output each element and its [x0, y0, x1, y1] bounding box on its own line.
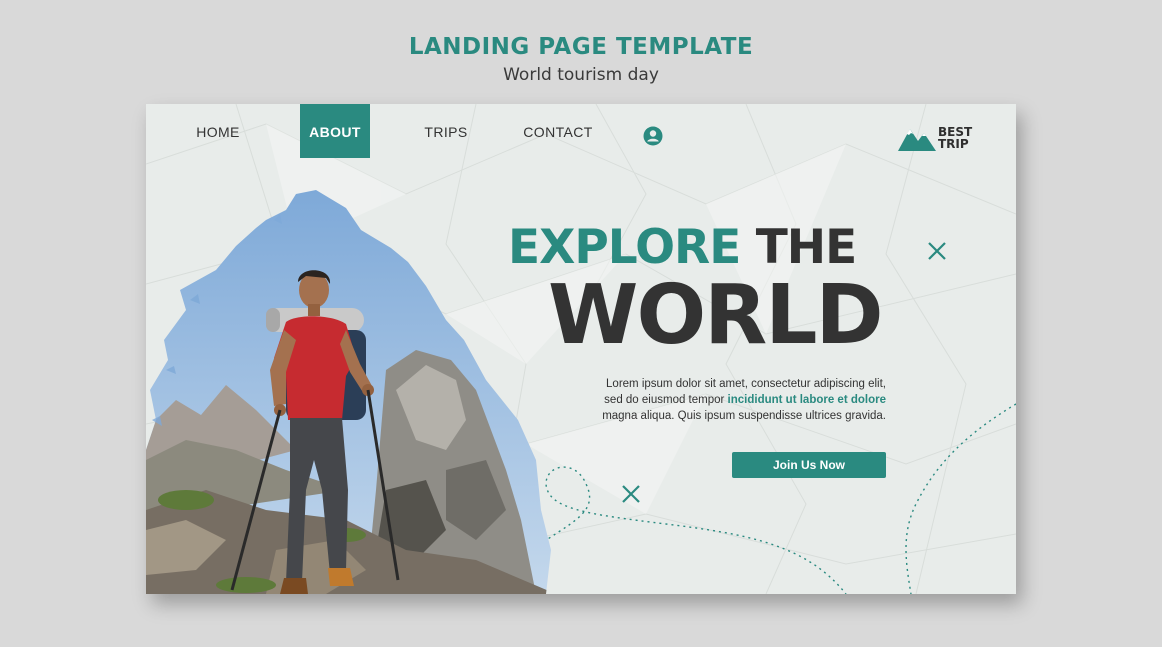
nav-about[interactable]: ABOUT	[300, 104, 370, 158]
headline-the: THE	[755, 220, 858, 275]
page-heading: LANDING PAGE TEMPLATE	[408, 34, 754, 60]
logo-text: BEST TRIP	[938, 126, 972, 150]
description-line-2-plain: sed do eiusmod tempor	[604, 394, 728, 406]
hiker-photo	[146, 190, 551, 594]
description-highlight: incididunt ut labore et dolore	[727, 394, 886, 406]
join-us-now-button[interactable]: Join Us Now	[732, 452, 886, 478]
page-subheading: World tourism day	[503, 65, 659, 85]
headline-explore: EXPLORE	[508, 220, 741, 275]
hero-headline-world: WORLD	[548, 268, 884, 363]
hero-description: Lorem ipsum dolor sit amet, consectetur …	[566, 376, 886, 424]
best-trip-logo[interactable]: BEST TRIP	[898, 124, 978, 156]
logo-line-2: TRIP	[938, 137, 969, 151]
description-line-3: magna aliqua. Quis ipsum suspendisse ult…	[602, 410, 886, 422]
hero-headline-line-1: EXPLORE THE	[508, 220, 928, 275]
user-icon[interactable]	[643, 126, 663, 146]
landing-page-card: HOME ABOUT TRIPS CONTACT BEST TRIP EXPLO…	[146, 104, 1016, 594]
nav-trips[interactable]: TRIPS	[408, 104, 484, 158]
description-line-2: sed do eiusmod tempor incididunt ut labo…	[566, 392, 886, 408]
mountain-logo-icon	[898, 129, 936, 151]
nav-contact[interactable]: CONTACT	[516, 104, 600, 158]
nav-home[interactable]: HOME	[178, 104, 258, 158]
description-line-1: Lorem ipsum dolor sit amet, consectetur …	[606, 378, 886, 390]
